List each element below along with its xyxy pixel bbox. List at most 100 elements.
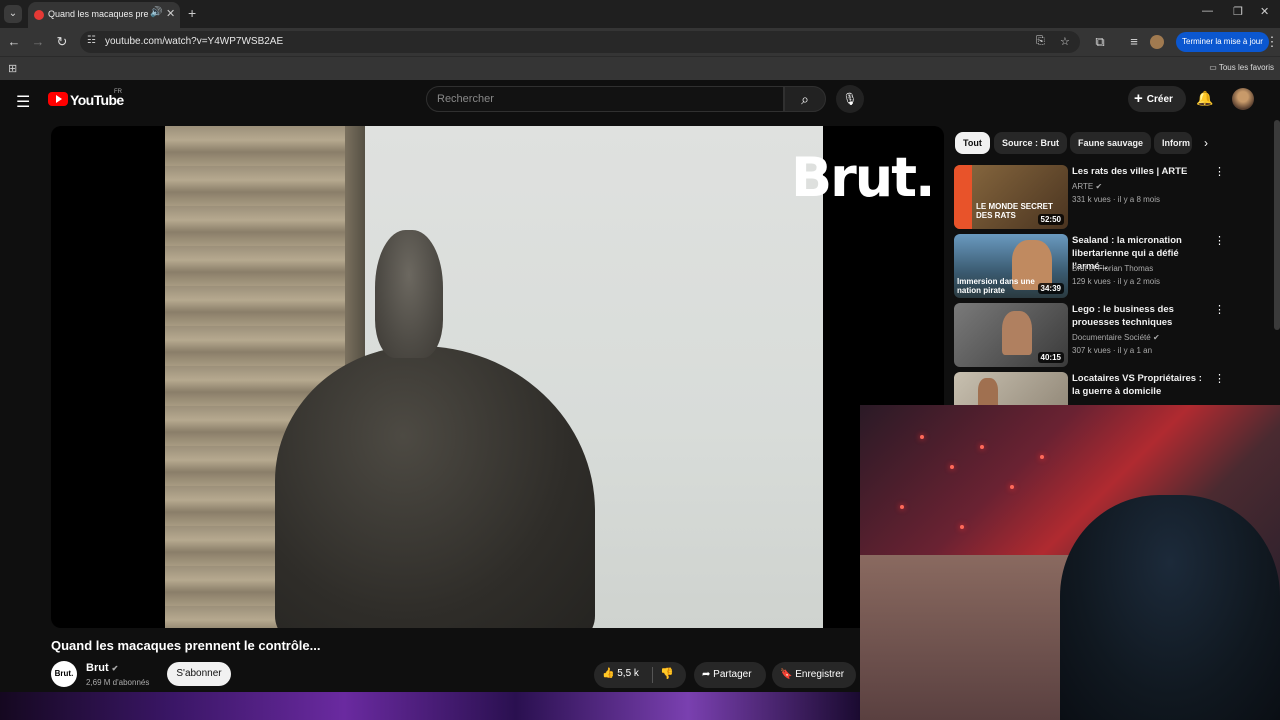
fairy-light <box>960 525 964 529</box>
close-window-icon[interactable]: ✕ <box>1260 5 1269 18</box>
tab-search-icon[interactable]: ⌄ <box>4 5 22 23</box>
youtube-header: ☰ YouTube FR Rechercher ⌕ 🎙 + Créer 🔔 <box>0 80 1280 120</box>
more-actions-icon[interactable]: ⋮ <box>1214 234 1225 247</box>
bookmarks-bar: ⊞ ▭ Tous les favoris <box>0 56 1280 80</box>
site-info-icon[interactable]: ☷ <box>87 35 96 46</box>
search-input[interactable]: Rechercher <box>426 86 784 112</box>
like-separator <box>652 667 653 683</box>
recommendation-item[interactable]: LE MONDE SECRET DES RATS 52:50 Les rats … <box>954 165 1225 229</box>
close-tab-icon[interactable]: ✕ <box>166 7 175 20</box>
video-macaque <box>375 230 443 358</box>
video-frame <box>165 126 823 628</box>
thumbnail[interactable]: 40:15 <box>954 303 1068 367</box>
notifications-bell-icon[interactable]: 🔔 <box>1196 90 1213 107</box>
recommendation-item[interactable]: 40:15 Lego : le business des prouesses t… <box>954 303 1225 367</box>
youtube-logo-icon[interactable] <box>48 92 68 106</box>
arte-logo-icon <box>954 165 972 229</box>
recommendation-channel[interactable]: Brut et Florian Thomas <box>1072 264 1153 273</box>
tab-title: Quand les macaques prenn... <box>48 9 148 19</box>
update-button[interactable]: Terminer la mise à jour <box>1176 32 1269 52</box>
recommendation-channel[interactable]: Documentaire Société ✔ <box>1072 333 1160 342</box>
create-label: Créer <box>1146 94 1173 105</box>
recommendation-channel[interactable]: ARTE ✔ <box>1072 182 1102 191</box>
like-button[interactable]: 👍 5,5 k <box>602 668 639 679</box>
back-icon[interactable]: ← <box>6 34 22 49</box>
restore-icon[interactable]: ❐ <box>1233 5 1243 18</box>
more-actions-icon[interactable]: ⋮ <box>1214 165 1225 178</box>
more-menu-icon[interactable]: ⋮ <box>1264 34 1280 50</box>
recommendation-meta: 331 k vues · il y a 8 mois <box>1072 195 1161 204</box>
thumbnail[interactable]: LE MONDE SECRET DES RATS 52:50 <box>954 165 1068 229</box>
chip-tout[interactable]: Tout <box>955 132 990 154</box>
recommendation-item[interactable]: Immersion dans une nation pirate 34:39 S… <box>954 234 1225 298</box>
recommendation-title[interactable]: Locataires VS Propriétaires : la guerre … <box>1072 372 1212 398</box>
all-bookmarks-folder[interactable]: ▭ Tous les favoris <box>1209 63 1274 72</box>
address-bar[interactable]: ☷ youtube.com/watch?v=Y4WP7WSB2AE ⎘ ☆ <box>80 31 1080 53</box>
fairy-light <box>920 435 924 439</box>
page-scrollbar[interactable] <box>1274 120 1280 330</box>
profile-icon[interactable] <box>1150 35 1164 49</box>
description-backdrop <box>0 692 860 720</box>
channel-name[interactable]: Brut <box>86 662 109 674</box>
save-button[interactable]: 🔖 Enregistrer <box>772 662 856 688</box>
subscribe-button[interactable]: S'abonner <box>167 662 231 686</box>
menu-icon[interactable]: ☰ <box>16 92 30 112</box>
account-avatar[interactable] <box>1232 88 1254 110</box>
chip-faune-sauvage[interactable]: Faune sauvage <box>1070 132 1152 154</box>
duration-badge: 52:50 <box>1037 214 1064 225</box>
plus-icon: + <box>1134 90 1143 107</box>
search-placeholder: Rechercher <box>437 93 494 105</box>
folder-icon: ▭ <box>1209 63 1219 72</box>
more-actions-icon[interactable]: ⋮ <box>1214 303 1225 316</box>
browser-tab-bar: ⌄ Quand les macaques prenn... 🔊 ✕ + — ❐ … <box>0 0 1280 28</box>
share-button[interactable]: ➦ Partager <box>694 662 766 688</box>
minimize-icon[interactable]: — <box>1202 5 1213 17</box>
verified-icon: ✔ <box>1152 333 1160 342</box>
channel-text: ARTE <box>1072 182 1094 191</box>
thumbs-down-icon: 👎 <box>660 668 674 680</box>
install-app-icon[interactable]: ⎘ <box>1036 35 1045 48</box>
channel-name-row[interactable]: Brut ✔ <box>86 662 118 674</box>
chevron-right-icon[interactable]: › <box>1204 136 1208 150</box>
recommendation-title[interactable]: Lego : le business des prouesses techniq… <box>1072 303 1212 329</box>
channel-avatar[interactable]: Brut. <box>51 661 77 687</box>
chip-source-brut[interactable]: Source : Brut <box>994 132 1068 154</box>
search-button[interactable]: ⌕ <box>784 86 826 112</box>
bookmark-star-icon[interactable]: ☆ <box>1060 35 1070 48</box>
bookmark-icon: 🔖 <box>780 669 796 680</box>
search-icon: ⌕ <box>801 91 809 107</box>
webcam-overlay <box>860 405 1280 720</box>
fairy-light <box>1010 485 1014 489</box>
video-player[interactable]: Brut. <box>51 126 944 628</box>
apps-grid-icon[interactable]: ⊞ <box>8 62 17 75</box>
verified-icon: ✔ <box>111 664 119 673</box>
forward-icon[interactable]: → <box>30 34 46 49</box>
share-label: Partager <box>713 669 752 680</box>
reading-list-icon[interactable]: ≡ <box>1126 34 1142 49</box>
dislike-button[interactable]: 👎 <box>660 667 674 680</box>
webcam-person <box>1060 495 1280 720</box>
country-code: FR <box>114 89 122 95</box>
fairy-light <box>980 445 984 449</box>
extensions-icon[interactable]: ⧉ <box>1092 34 1108 50</box>
url-text: youtube.com/watch?v=Y4WP7WSB2AE <box>105 36 284 47</box>
browser-toolbar: ← → ↻ ☷ youtube.com/watch?v=Y4WP7WSB2AE … <box>0 28 1280 56</box>
subscriber-count: 2,69 M d'abonnés <box>86 678 150 687</box>
recommendation-meta: 129 k vues · il y a 2 mois <box>1072 277 1161 286</box>
new-tab-icon[interactable]: + <box>188 5 196 21</box>
chip-inform[interactable]: Inform <box>1154 132 1192 154</box>
channel-text: Documentaire Société <box>1072 333 1151 342</box>
thumbnail[interactable]: Immersion dans une nation pirate 34:39 <box>954 234 1068 298</box>
voice-search-button[interactable]: 🎙 <box>836 85 864 113</box>
recommendation-title[interactable]: Les rats des villes | ARTE <box>1072 165 1212 178</box>
duration-badge: 40:15 <box>1037 352 1064 363</box>
thumbnail-text: Immersion dans une nation pirate <box>957 277 1035 295</box>
create-button[interactable]: + Créer <box>1128 86 1186 112</box>
fairy-light <box>900 505 904 509</box>
thumbnail-person <box>978 378 998 408</box>
browser-tab[interactable]: Quand les macaques prenn... 🔊 ✕ <box>28 2 180 28</box>
speaker-icon[interactable]: 🔊 <box>150 7 162 18</box>
save-label: Enregistrer <box>795 669 845 680</box>
reload-icon[interactable]: ↻ <box>54 34 70 50</box>
more-actions-icon[interactable]: ⋮ <box>1214 372 1225 385</box>
